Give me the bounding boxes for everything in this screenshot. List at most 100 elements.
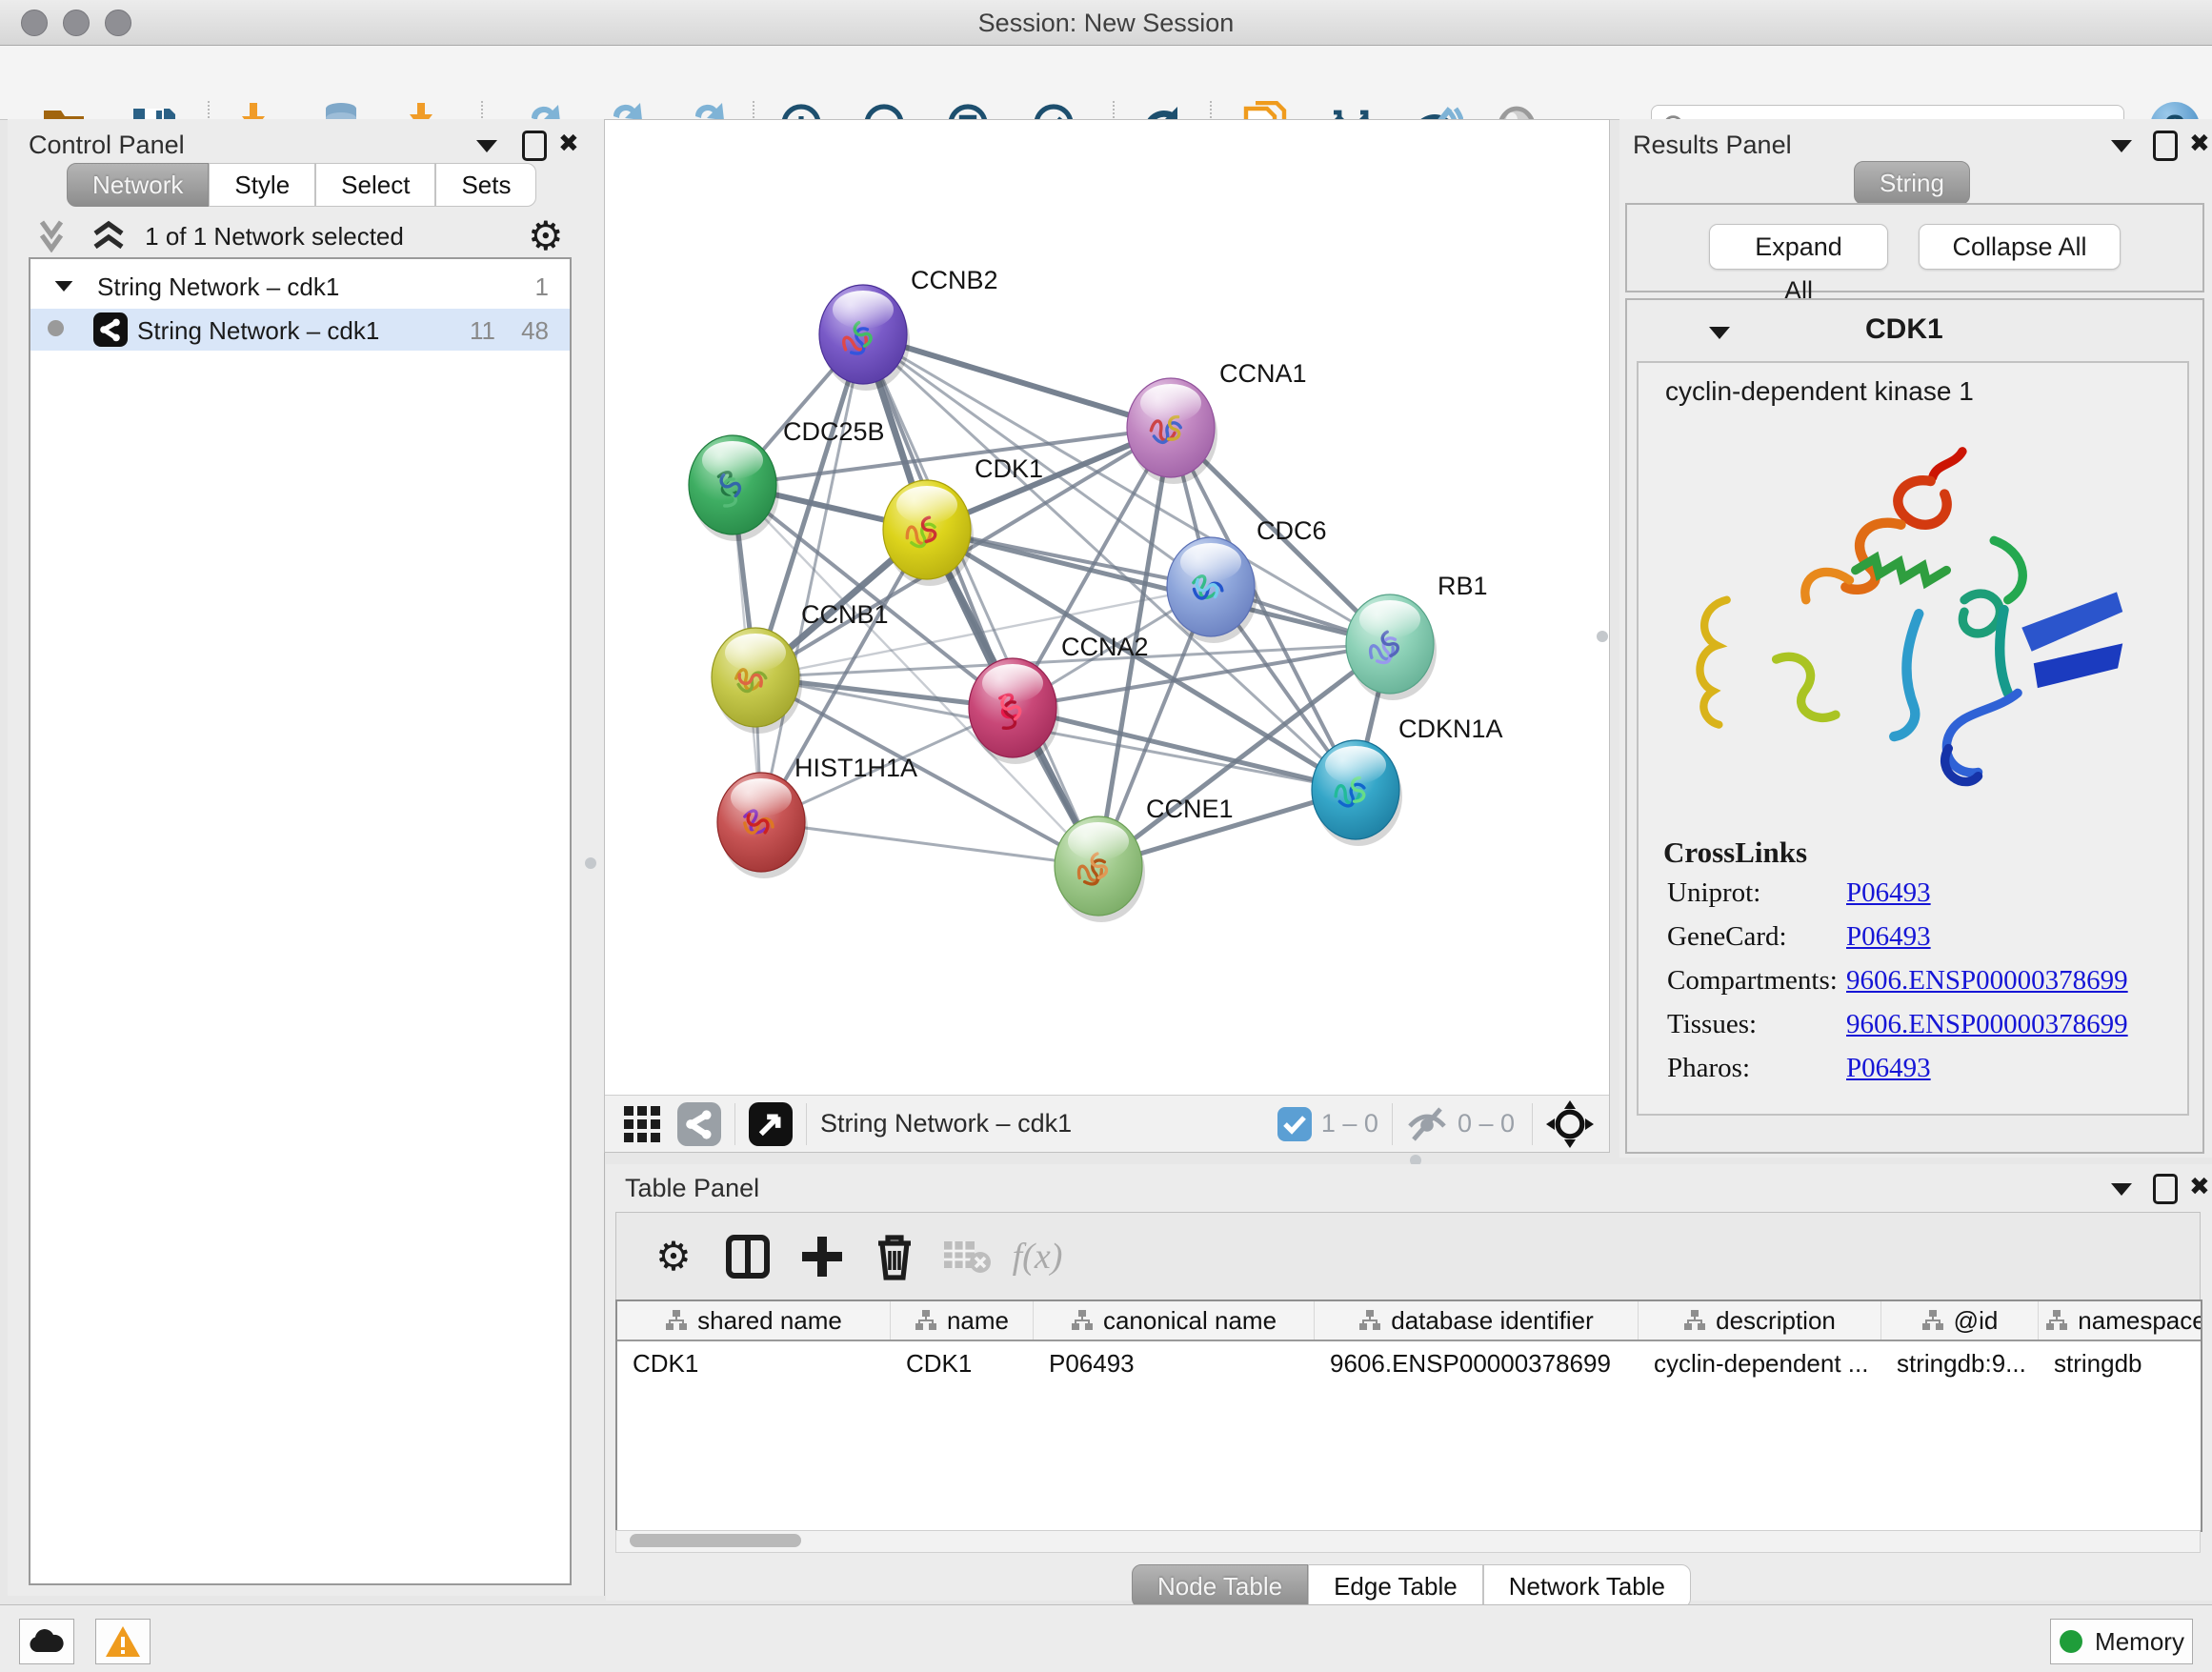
network-node-CCNE1[interactable]: CCNE1	[1055, 795, 1234, 922]
network-node-CCNB1[interactable]: CCNB1	[712, 600, 889, 734]
network-node-CCNB2[interactable]: CCNB2	[819, 266, 998, 391]
table-cell: cyclin-dependent ...	[1639, 1341, 1881, 1385]
tab-string[interactable]: String	[1854, 161, 1970, 205]
network-options-gear-icon[interactable]: ⚙	[528, 216, 564, 256]
column-header-database-identifier[interactable]: database identifier	[1315, 1301, 1639, 1340]
crosslink-row: GeneCard:P06493	[1639, 921, 2187, 965]
column-header-namespace[interactable]: namespace	[2039, 1301, 2202, 1340]
delete-column-icon[interactable]	[866, 1228, 923, 1285]
control-panel-close-icon[interactable]: ✖	[558, 131, 579, 155]
table-panel-menu-icon[interactable]	[2111, 1183, 2132, 1196]
results-buttons-box: Expand All Collapse All	[1625, 203, 2204, 292]
crosslink-value-link[interactable]: P06493	[1846, 921, 1931, 953]
column-type-icon	[1071, 1309, 1094, 1332]
table-body: CDK1CDK1P064939606.ENSP00000378699cyclin…	[617, 1341, 2201, 1385]
crosslink-value-link[interactable]: P06493	[1846, 1053, 1931, 1084]
network-footer-title: String Network – cdk1	[820, 1109, 1072, 1138]
function-builder-icon[interactable]: f(x)	[1009, 1228, 1066, 1285]
string-network-icon	[93, 312, 128, 347]
hidden-counts: 0 – 0	[1458, 1109, 1515, 1138]
column-header-shared-name[interactable]: shared name	[617, 1301, 891, 1340]
memory-button[interactable]: Memory	[2050, 1619, 2193, 1664]
network-node-HIST1H1A[interactable]: HIST1H1A	[717, 754, 917, 878]
crosslink-value-link[interactable]: 9606.ENSP00000378699	[1846, 965, 2128, 997]
column-header-label: description	[1716, 1306, 1836, 1336]
network-selector-status: 1 of 1 Network selected	[8, 222, 541, 252]
tab-node-table[interactable]: Node Table	[1132, 1564, 1308, 1608]
entry-expander-icon[interactable]	[1709, 327, 1730, 339]
table-toolbar: ⚙ f(x)	[615, 1212, 2201, 1300]
results-panel-close-icon[interactable]: ✖	[2189, 131, 2210, 155]
selected-checkbox-icon[interactable]	[1277, 1107, 1312, 1141]
network-edge-CDK1-RB1[interactable]	[927, 530, 1390, 644]
add-column-icon[interactable]	[794, 1228, 851, 1285]
network-row-selected[interactable]: String Network – cdk1 11 48	[30, 309, 570, 351]
control-panel-menu-icon[interactable]	[476, 140, 497, 152]
splitter-handle[interactable]	[1597, 631, 1608, 642]
results-panel-menu-icon[interactable]	[2111, 140, 2132, 152]
tab-select[interactable]: Select	[315, 163, 435, 207]
share-view-icon[interactable]	[677, 1102, 721, 1146]
table-cell: CDK1	[617, 1341, 891, 1385]
entry-description: cyclin-dependent kinase 1	[1665, 376, 1974, 407]
table-row[interactable]: CDK1CDK1P064939606.ENSP00000378699cyclin…	[617, 1341, 2201, 1385]
results-panel-float-icon[interactable]	[2153, 131, 2178, 161]
column-header-name[interactable]: name	[891, 1301, 1034, 1340]
status-bar: Memory	[0, 1604, 2212, 1672]
expand-all-button[interactable]: Expand All	[1709, 224, 1888, 270]
network-edge-HIST1H1A-CCNE1[interactable]	[761, 822, 1098, 866]
table-panel-close-icon[interactable]: ✖	[2189, 1174, 2210, 1199]
column-header-canonical-name[interactable]: canonical name	[1034, 1301, 1315, 1340]
crosslink-row: Pharos:P06493	[1639, 1053, 2187, 1097]
delete-table-icon[interactable]	[938, 1228, 995, 1285]
warning-icon	[104, 1624, 142, 1659]
birds-eye-view-icon[interactable]	[749, 1102, 793, 1146]
tab-style[interactable]: Style	[209, 163, 315, 207]
memory-label: Memory	[2095, 1627, 2184, 1657]
node-table[interactable]: shared namenamecanonical name database id…	[615, 1299, 2202, 1532]
collapse-all-button[interactable]: Collapse All	[1919, 224, 2121, 270]
scrollbar-thumb[interactable]	[630, 1534, 801, 1547]
control-panel-float-icon[interactable]	[522, 131, 547, 161]
table-panel-float-icon[interactable]	[2153, 1174, 2178, 1204]
network-node-RB1[interactable]: RB1	[1346, 572, 1488, 700]
hidden-eye-icon[interactable]	[1406, 1103, 1448, 1145]
network-node-CDKN1A[interactable]: CDKN1A	[1312, 715, 1503, 846]
network-row-label: String Network – cdk1	[137, 316, 379, 346]
grid-view-icon[interactable]	[622, 1102, 666, 1146]
column-header-description[interactable]: description	[1639, 1301, 1881, 1340]
column-type-icon	[915, 1309, 937, 1332]
crosslink-row: Tissues:9606.ENSP00000378699	[1639, 1009, 2187, 1053]
table-options-gear-icon[interactable]: ⚙	[645, 1228, 702, 1285]
show-columns-icon[interactable]	[719, 1228, 776, 1285]
table-panel-title: Table Panel	[625, 1174, 759, 1203]
table-horizontal-scrollbar[interactable]	[615, 1530, 2201, 1553]
network-collection-row[interactable]: String Network – cdk1 1	[30, 267, 570, 309]
column-type-icon	[2045, 1309, 2068, 1332]
crosslinks-title: CrossLinks	[1663, 836, 1807, 870]
tab-sets[interactable]: Sets	[435, 163, 536, 207]
tab-edge-table[interactable]: Edge Table	[1308, 1564, 1483, 1608]
splitter-handle[interactable]	[585, 857, 596, 869]
node-label-CCNE1: CCNE1	[1146, 795, 1234, 823]
results-tabs: String	[1854, 161, 1970, 205]
warning-button[interactable]	[95, 1619, 151, 1664]
column-header-label: database identifier	[1391, 1306, 1593, 1336]
table-cell: CDK1	[891, 1341, 1034, 1385]
crosslink-value-link[interactable]: 9606.ENSP00000378699	[1846, 1009, 2128, 1040]
tab-network[interactable]: Network	[67, 163, 209, 207]
node-label-CCNA1: CCNA1	[1219, 359, 1307, 388]
network-canvas[interactable]: CCNB2CCNA1CDC25BCDK1CDC6RB1CCNB1CCNA2CDK…	[605, 120, 1607, 1094]
column-type-icon	[1921, 1309, 1944, 1332]
network-node-CCNA1[interactable]: CCNA1	[1127, 359, 1307, 484]
cloud-icon	[28, 1627, 66, 1656]
network-edge-CCNB2-CCNE1[interactable]	[863, 334, 1098, 866]
collection-expander-icon[interactable]	[55, 281, 73, 292]
table-cell: stringdb	[2039, 1341, 2202, 1385]
navigator-crosshair-icon[interactable]	[1546, 1100, 1594, 1148]
tab-network-table[interactable]: Network Table	[1483, 1564, 1691, 1608]
crosslink-value-link[interactable]: P06493	[1846, 877, 1931, 909]
cloud-button[interactable]	[19, 1619, 74, 1664]
column-header-@id[interactable]: @id	[1881, 1301, 2039, 1340]
collection-label: String Network – cdk1	[97, 272, 339, 302]
